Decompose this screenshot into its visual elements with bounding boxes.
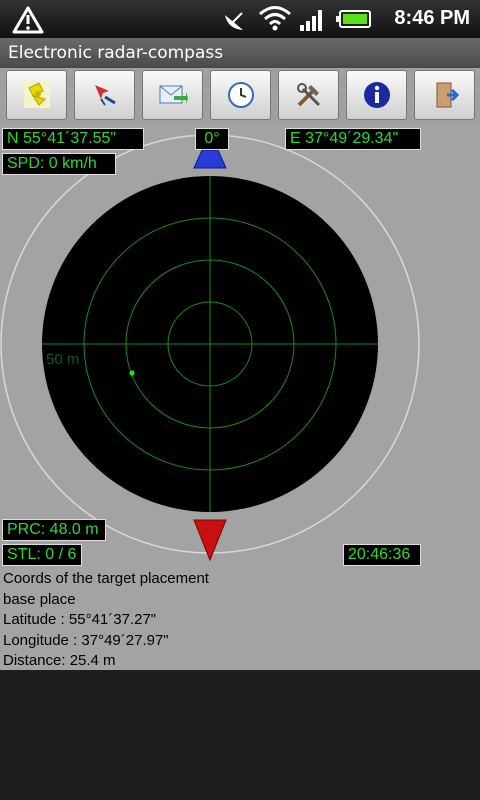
info-icon — [363, 82, 390, 108]
satellites-readout: STL: 0 / 6 — [2, 544, 82, 566]
radar-panel: 50 m N 55°41´37.55" 0° E 37°49´29.34" SP… — [0, 124, 480, 670]
target-latitude: Latitude : 55°41´37.27" — [3, 611, 157, 628]
east-coordinate-readout: E 37°49´29.34" — [285, 128, 421, 150]
clock-readout: 20:46:36 — [343, 544, 421, 566]
battery-icon — [336, 10, 371, 28]
north-coordinate-readout: N 55°41´37.55" — [2, 128, 144, 150]
target-info-place: base place — [3, 590, 76, 608]
send-tool-button[interactable] — [142, 70, 203, 120]
target-marker — [129, 370, 135, 376]
status-time: 8:46 PM — [394, 7, 470, 29]
north-pointer — [193, 149, 227, 169]
target-info: Coords of the target placement base plac… — [3, 569, 209, 670]
south-pointer — [193, 519, 227, 562]
pointer-icon — [94, 85, 116, 106]
radar-range-label: 50 m — [46, 351, 79, 368]
wifi-icon — [259, 6, 291, 31]
satellite-dish-icon — [225, 12, 243, 30]
alert-triangle-icon — [12, 6, 44, 34]
clock-icon — [227, 82, 254, 108]
signal-icon — [300, 10, 322, 31]
settings-tool-button[interactable] — [278, 70, 339, 120]
app-title: Electronic radar-compass — [8, 43, 224, 63]
exit-door-icon — [436, 82, 459, 108]
empty-area — [0, 670, 480, 800]
satellite-tool-button[interactable] — [6, 70, 67, 120]
target-distance: Distance: 25.4 m — [3, 652, 116, 669]
app-title-bar: Electronic radar-compass — [0, 38, 480, 68]
clock-tool-button[interactable] — [210, 70, 271, 120]
target-info-heading: Coords of the target placement — [3, 570, 209, 587]
message-send-icon — [159, 85, 188, 104]
status-bar: 8:46 PM — [0, 0, 480, 38]
target-tool-button[interactable] — [74, 70, 135, 120]
tools-icon — [296, 83, 320, 107]
speed-readout: SPD: 0 km/h — [2, 153, 116, 175]
info-tool-button[interactable] — [346, 70, 407, 120]
satellite-icon — [23, 82, 50, 108]
exit-tool-button[interactable] — [414, 70, 475, 120]
toolbar — [0, 68, 480, 124]
heading-readout: 0° — [195, 128, 229, 150]
precision-readout: PRC: 48.0 m — [2, 519, 106, 541]
target-longitude: Longitude : 37°49´27.97" — [3, 631, 169, 649]
